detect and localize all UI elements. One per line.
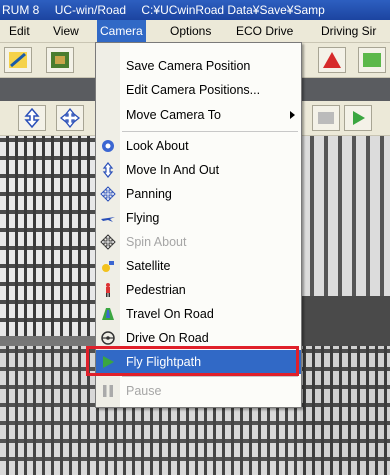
menu-item-edit-camera-positions[interactable]: Edit Camera Positions...: [96, 78, 301, 102]
road-marker-icon: [323, 52, 341, 68]
menu-item-label: Travel On Road: [126, 307, 214, 321]
play-icon: [353, 111, 365, 125]
menu-item-travel-on-road[interactable]: Travel On Road: [96, 302, 301, 326]
panning-icon: [100, 186, 116, 202]
menu-eco-drive[interactable]: ECO Drive: [233, 20, 296, 42]
menu-item-label: Flying: [126, 211, 160, 225]
road-view-tool-button[interactable]: [312, 105, 340, 131]
menu-item-move-camera-to[interactable]: Move Camera To: [96, 103, 301, 127]
menu-item-label: Pause: [126, 384, 162, 398]
building-left: [0, 136, 95, 336]
flying-icon: [101, 217, 115, 222]
road-sign-icon: [318, 112, 334, 124]
grid-icon: [363, 53, 381, 67]
edit-tool-button[interactable]: [4, 47, 32, 73]
menu-item-pedestrian[interactable]: Pedestrian: [96, 278, 301, 302]
menu-item-drive-on-road[interactable]: Drive On Road: [96, 326, 301, 350]
steering-wheel-icon: [101, 331, 115, 345]
panning-tool-button[interactable]: [56, 105, 84, 131]
menu-edit[interactable]: Edit: [6, 20, 33, 42]
menu-item-label: Move In And Out: [126, 163, 220, 177]
menu-item-label: Fly Flightpath: [126, 355, 202, 369]
menu-item-label: Satellite: [126, 259, 171, 273]
up-down-arrow-icon: [24, 107, 40, 129]
look-about-icon: [102, 140, 114, 152]
menu-item-look-about[interactable]: Look About: [96, 134, 301, 158]
terrain-icon: [51, 52, 69, 68]
menu-item-save-camera-position[interactable]: Save Camera Position: [96, 54, 301, 78]
menu-item-label: Panning: [126, 187, 172, 201]
move-in-out-tool-button[interactable]: [18, 105, 46, 131]
menu-item-label: Drive On Road: [126, 331, 209, 345]
menu-camera[interactable]: Camera: [97, 20, 146, 42]
spin-about-icon: [100, 234, 116, 250]
menu-item-label: Move Camera To: [126, 108, 221, 122]
pedestrian-icon: [106, 283, 110, 297]
menu-item-panning[interactable]: Panning: [96, 182, 301, 206]
travel-on-road-icon: [102, 308, 114, 320]
menu-item-label: Edit Camera Positions...: [126, 83, 261, 97]
map-tool-button[interactable]: [46, 47, 74, 73]
camera-menu-dropdown: Save Camera Position Edit Camera Positio…: [95, 42, 302, 408]
title-app-name: UC-win/Road: [54, 3, 127, 17]
menu-separator: [122, 131, 298, 132]
menu-item-move-in-and-out[interactable]: Move In And Out: [96, 158, 301, 182]
satellite-icon: [102, 261, 114, 272]
menu-item-flying[interactable]: Flying: [96, 206, 301, 230]
menu-bar: Edit View Camera Options ECO Drive Drivi…: [0, 20, 390, 43]
menu-item-label: Spin About: [126, 235, 187, 249]
road-tool-button[interactable]: [318, 47, 346, 73]
menu-driving-sim[interactable]: Driving Sir: [318, 20, 379, 42]
window-titlebar: RUM 8 UC-win/Road C:¥UCwinRoad Data¥Save…: [0, 0, 390, 20]
title-file-path: C:¥UCwinRoad Data¥Save¥Samp: [141, 3, 325, 17]
submenu-arrow-icon: [290, 111, 295, 119]
menu-item-satellite[interactable]: Satellite: [96, 254, 301, 278]
menu-item-spin-about[interactable]: Spin About: [96, 230, 301, 254]
pencil-icon: [9, 52, 27, 68]
title-app-version: RUM 8: [2, 3, 40, 17]
pause-icon: [103, 385, 113, 397]
menu-item-label: Look About: [126, 139, 189, 153]
menu-item-label: Pedestrian: [126, 283, 186, 297]
play-tool-button[interactable]: [344, 105, 372, 131]
four-way-arrow-icon: [59, 107, 81, 129]
menu-item-fly-flightpath[interactable]: Fly Flightpath: [96, 350, 301, 374]
fly-flightpath-icon: [103, 356, 114, 368]
building-right: [300, 136, 390, 296]
menu-item-label: Save Camera Position: [126, 59, 251, 73]
menu-item-pause[interactable]: Pause: [96, 379, 301, 403]
move-in-out-icon: [102, 162, 114, 178]
grid-tool-button[interactable]: [358, 47, 386, 73]
menu-separator: [122, 376, 298, 377]
menu-options[interactable]: Options: [167, 20, 214, 42]
menu-view[interactable]: View: [50, 20, 82, 42]
